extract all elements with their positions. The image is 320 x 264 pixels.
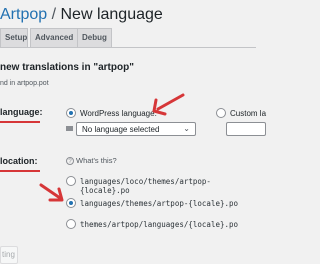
- tab-debug[interactable]: Debug: [77, 28, 112, 47]
- language-label: language:: [0, 107, 43, 117]
- location-label: location:: [0, 156, 38, 166]
- custom-language-label: Custom la: [230, 109, 267, 118]
- tab-bar: Setup Advanced Debug: [0, 28, 256, 48]
- annotation-arrow-icon: [39, 183, 64, 202]
- annotation-arrow-icon: [152, 93, 185, 116]
- section-heading: new translations in "artpop": [0, 62, 134, 73]
- location-option-radio[interactable]: [66, 219, 76, 229]
- annotation-underline: [0, 121, 40, 123]
- annotation-underline: [0, 170, 40, 172]
- tab-advanced[interactable]: Advanced: [30, 28, 79, 47]
- location-option-label: languages/loco/themes/artpop-{locale}.po: [80, 177, 211, 195]
- location-option-label: languages/themes/artpop-{locale}.po: [80, 199, 239, 208]
- custom-language-radio[interactable]: [216, 108, 226, 118]
- location-option-label: themes/artpop/languages/{locale}.po: [80, 220, 239, 229]
- breadcrumb-separator: /: [47, 6, 61, 23]
- question-icon: ?: [66, 157, 74, 166]
- help-link[interactable]: ? What's this?: [66, 156, 117, 166]
- breadcrumb-link[interactable]: Artpop: [0, 6, 47, 23]
- language-select[interactable]: No language selected ⌄: [76, 122, 196, 136]
- page-title-text: New language: [60, 6, 163, 23]
- start-translating-button[interactable]: ting: [0, 246, 18, 264]
- tab-divider: [0, 47, 256, 48]
- wordpress-language-label: WordPress language:: [80, 109, 157, 118]
- location-option-radio[interactable]: [66, 176, 76, 186]
- language-flag-icon: [66, 126, 73, 131]
- location-option-radio[interactable]: [66, 198, 76, 208]
- wordpress-language-radio[interactable]: [66, 108, 76, 118]
- chevron-down-icon: ⌄: [183, 124, 190, 133]
- section-subtext: nd in artpop.pot: [0, 80, 49, 87]
- page-title: Artpop / New language: [0, 6, 163, 24]
- custom-language-input[interactable]: [226, 122, 266, 136]
- tab-setup[interactable]: Setup: [0, 28, 28, 47]
